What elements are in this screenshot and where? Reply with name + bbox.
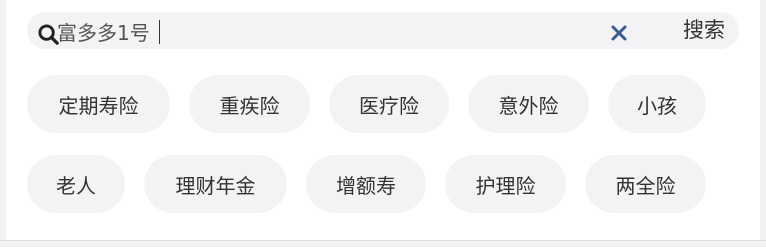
tag-accident[interactable]: 意外险 bbox=[468, 75, 589, 133]
tag-children[interactable]: 小孩 bbox=[608, 75, 706, 133]
search-page: 搜索 定期寿险 重疾险 医疗险 意外险 小孩 老人 理财年金 增额寿 护理险 两… bbox=[0, 0, 766, 247]
text-cursor bbox=[159, 20, 160, 44]
left-edge bbox=[0, 0, 6, 247]
search-button[interactable]: 搜索 bbox=[683, 16, 725, 44]
tag-elderly[interactable]: 老人 bbox=[27, 155, 125, 213]
search-input[interactable] bbox=[57, 16, 617, 46]
close-icon[interactable] bbox=[611, 25, 627, 41]
right-edge bbox=[760, 0, 766, 247]
tag-term-life[interactable]: 定期寿险 bbox=[27, 75, 170, 133]
tag-nursing-care[interactable]: 护理险 bbox=[445, 155, 566, 213]
tag-increasing-life[interactable]: 增额寿 bbox=[306, 155, 426, 213]
search-bar bbox=[27, 12, 739, 49]
tag-endowment[interactable]: 两全险 bbox=[585, 155, 706, 213]
tag-annuity[interactable]: 理财年金 bbox=[144, 155, 287, 213]
tag-medical[interactable]: 医疗险 bbox=[329, 75, 449, 133]
tag-critical-illness[interactable]: 重疾险 bbox=[189, 75, 310, 133]
bottom-band bbox=[0, 241, 766, 247]
